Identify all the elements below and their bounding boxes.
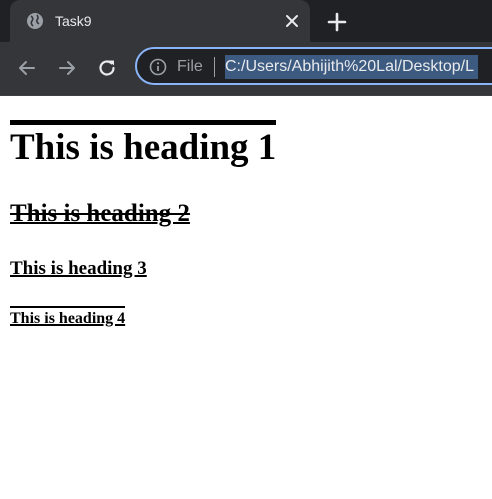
heading-3: This is heading 3: [10, 258, 147, 279]
globe-icon: [27, 13, 43, 29]
info-icon[interactable]: [149, 58, 167, 76]
plus-icon[interactable]: [326, 11, 348, 33]
tab-task9[interactable]: Task9: [10, 0, 310, 42]
reload-icon[interactable]: [96, 57, 118, 79]
browser-toolbar: File C:/Users/Abhijith%20Lal/Desktop/L: [0, 42, 492, 96]
page-content: This is heading 1 This is heading 2 This…: [0, 96, 492, 499]
heading-4: This is heading 4: [10, 306, 126, 329]
arrow-left-icon[interactable]: [16, 57, 38, 79]
scheme-label: File: [177, 58, 203, 75]
heading-1: This is heading 1: [10, 120, 277, 170]
url-input[interactable]: C:/Users/Abhijith%20Lal/Desktop/L: [225, 55, 479, 79]
omnibox-divider: [214, 57, 215, 77]
heading-2: This is heading 2: [10, 200, 190, 227]
close-icon[interactable]: [282, 11, 302, 31]
tab-title: Task9: [55, 13, 92, 29]
arrow-right-icon[interactable]: [56, 57, 78, 79]
tab-strip: Task9: [0, 0, 492, 42]
address-bar[interactable]: File C:/Users/Abhijith%20Lal/Desktop/L: [135, 47, 492, 85]
